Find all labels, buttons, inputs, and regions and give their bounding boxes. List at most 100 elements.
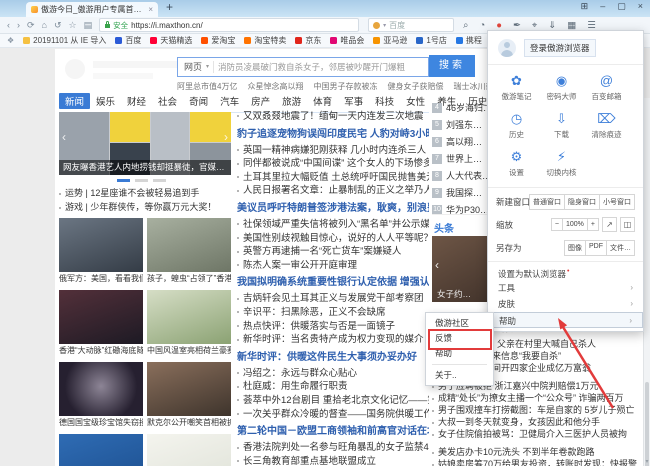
- menu-row[interactable]: 皮肤 ›: [488, 296, 643, 312]
- nav-button-icon[interactable]: ⟳: [27, 20, 35, 31]
- nav-button-icon[interactable]: ↺: [54, 20, 62, 31]
- bookmark-item[interactable]: 亚马逊: [373, 35, 407, 46]
- window-control-button[interactable]: ▢: [617, 1, 626, 12]
- toolbar-icon[interactable]: ▦: [567, 20, 576, 31]
- headline[interactable]: 香港法院判处一名参与旺角暴乱的女子监禁46个月: [237, 441, 429, 455]
- browser-tab[interactable]: 傲游今日_傲游用户专属首… ×: [26, 2, 158, 17]
- thumbnail-image[interactable]: [147, 290, 231, 344]
- ranking-text[interactable]: 高以翔…: [446, 135, 482, 148]
- headline[interactable]: 又双叒叕地震了！缅甸一天内连发三次地震: [237, 110, 429, 124]
- category-tab[interactable]: 军事: [338, 93, 369, 109]
- fullscreen-icon[interactable]: ↗: [602, 217, 617, 232]
- category-caret-icon[interactable]: ▾: [206, 63, 209, 70]
- category-tab[interactable]: 旅游: [276, 93, 307, 109]
- search-input[interactable]: 网页 ▾ 消防员凌晨破门救自杀女子，邻居被吵醒开门爆粗: [177, 57, 429, 77]
- headline[interactable]: 辛识平：扫黑除恶，正义不会缺席: [237, 306, 429, 320]
- hot-link[interactable]: 健身女子获赔偿: [387, 81, 443, 92]
- hot-link[interactable]: 众星悼念高以翔: [247, 81, 303, 92]
- shortcut-icon[interactable]: @: [584, 73, 629, 89]
- login-link[interactable]: 登录傲游浏览器: [524, 39, 596, 57]
- thumbnail-caption[interactable]: 默克尔公开嘲笑首相被抓拍…: [147, 418, 231, 428]
- search-query-text[interactable]: 消防员凌晨破门救自杀女子，邻居被吵醒开门爆粗: [218, 61, 422, 73]
- headline[interactable]: 杜庭威：用生命履行职责: [237, 380, 429, 394]
- headline[interactable]: 陈杰人案一审公开开庭审理: [237, 259, 429, 273]
- thumbnail-item[interactable]: 中国风温室亮相荷兰豪赛电…: [147, 290, 231, 356]
- shortcut-item[interactable]: @ 百变邮箱: [584, 73, 629, 102]
- shortcut-icon[interactable]: ◷: [494, 111, 539, 127]
- thumbnail-image[interactable]: [147, 218, 231, 272]
- news-item[interactable]: 大叔一到冬天就变身，女孩因此和他分手: [432, 416, 643, 428]
- new-window-option-button[interactable]: 隐身窗口: [564, 194, 600, 210]
- headline[interactable]: 美议员呼吁特朗普签涉港法案，耿爽，别浪费美…: [237, 201, 429, 216]
- thumbnail-caption[interactable]: 孩子，蝗虫“占领了”香港…: [147, 274, 231, 284]
- nav-button-icon[interactable]: ▤: [84, 20, 93, 31]
- bookmark-item[interactable]: 淘宝特卖: [244, 35, 286, 46]
- favorites-panel-icon[interactable]: ❖: [7, 36, 14, 45]
- bookmark-item[interactable]: 携程: [456, 35, 482, 46]
- news-item[interactable]: 姑娘卖房筹70万给男友投资，转账时发现：快报警: [432, 458, 643, 466]
- headline[interactable]: 我国拟明确系统重要性银行认定依据 增强认定透…: [237, 275, 429, 290]
- ranking-text[interactable]: 刘强东…: [446, 118, 482, 131]
- category-tab[interactable]: 房产: [245, 93, 276, 109]
- thumbnail-image[interactable]: [147, 362, 231, 416]
- ranking-text[interactable]: 46岁海归…: [446, 101, 492, 114]
- thumbnail-caption[interactable]: 中国风温室亮相荷兰豪赛电…: [147, 346, 231, 356]
- headline[interactable]: 一次关乎群众冷暖的督查——国务院供暖工作督查侧记: [237, 408, 429, 422]
- shortcut-icon[interactable]: ⚙: [494, 149, 539, 165]
- toolbar-icon[interactable]: ●: [496, 20, 502, 31]
- headline[interactable]: 英国一精神病嫌犯刚获释 几小时内连杀三人: [237, 144, 429, 158]
- bookmark-item[interactable]: 天猫精选: [150, 35, 192, 46]
- search-button[interactable]: 搜索: [429, 55, 475, 77]
- bookmark-item[interactable]: 唯品会: [330, 35, 364, 46]
- left-link[interactable]: 游戏 | 少年群侠传，等你赢万元大奖！: [59, 200, 231, 214]
- thumbnail-item[interactable]: 俄军方：美国，看看我们的…: [59, 218, 143, 284]
- toolbar-icon[interactable]: ✒: [513, 20, 521, 31]
- scrollbar-thumb[interactable]: [645, 382, 649, 466]
- shortcut-icon[interactable]: ◉: [539, 73, 584, 89]
- shortcut-icon[interactable]: ⌦: [584, 111, 629, 127]
- photo-prev-icon[interactable]: ‹: [435, 258, 439, 272]
- new-window-option-button[interactable]: 普通窗口: [529, 194, 565, 210]
- thumbnail-image[interactable]: [147, 434, 231, 466]
- address-bar[interactable]: 安全 https://i.maxthon.cn/: [99, 18, 359, 32]
- new-window-option-button[interactable]: 小号窗口: [599, 194, 635, 210]
- carousel-caption[interactable]: 网友曝香港艺人内地捞钱却挺暴徒，官媒…: [59, 160, 231, 175]
- headline[interactable]: 冯绍之：永远与群众心贴心: [237, 367, 429, 381]
- menu-row[interactable]: 帮助 ›: [488, 312, 643, 328]
- save-as-option-button[interactable]: PDF: [585, 240, 607, 256]
- thumbnail-item[interactable]: 香港“大动脉”红磡海底隧…: [59, 290, 143, 356]
- hot-link[interactable]: 阿里总市值4万亿: [177, 81, 237, 92]
- nav-button-icon[interactable]: ⌂: [42, 20, 47, 31]
- left-link[interactable]: 运势 | 12星座谁不会被轻易追到手: [59, 186, 231, 200]
- shortcut-icon[interactable]: ⇩: [539, 111, 584, 127]
- category-tab[interactable]: 娱乐: [90, 93, 121, 109]
- category-tab[interactable]: 女性: [400, 93, 431, 109]
- category-tab[interactable]: 社会: [152, 93, 183, 109]
- thumbnail-caption[interactable]: 德国国宝级珍宝馆失窃损失…: [59, 418, 143, 428]
- quick-search-placeholder[interactable]: 百度: [389, 20, 405, 31]
- bookmark-item[interactable]: 京东: [295, 35, 321, 46]
- headline[interactable]: 热点快评：供暖落实与否是一面镜子: [237, 320, 429, 334]
- thumbnail-caption[interactable]: 香港“大动脉”红磡海底隧…: [59, 346, 143, 356]
- headline[interactable]: 英警方再逮捕一名“死亡货车”案嫌疑人: [237, 245, 429, 259]
- submenu-item-about[interactable]: 关于..: [426, 368, 493, 383]
- headline[interactable]: 土耳其里拉大幅贬值 土总统呼吁国民抛售美元: [237, 171, 429, 185]
- headline[interactable]: 吉炳轩会见土耳其正义与发展党干部考察团: [237, 292, 429, 306]
- toolbar-icon[interactable]: ⇓: [548, 20, 556, 31]
- headline[interactable]: 人民日报署名文章：止暴制乱的正义之举乃人心所向: [237, 184, 429, 198]
- carousel-next-icon[interactable]: ›: [224, 130, 228, 144]
- headline[interactable]: 美国性别歧视触目惊心，说好的人人平等呢？: [237, 232, 429, 246]
- quick-search-box[interactable]: ▾ 百度: [368, 18, 454, 32]
- thumbnail-item[interactable]: 默克尔公开嘲笑首相被抓拍…: [147, 362, 231, 428]
- ranking-text[interactable]: 人大代表…: [446, 169, 491, 182]
- new-tab-button[interactable]: +: [166, 0, 173, 14]
- hot-link[interactable]: 中国男子存款被冻: [313, 81, 377, 92]
- bookmark-item[interactable]: 百度: [115, 35, 141, 46]
- nav-button-icon[interactable]: ‹: [7, 20, 10, 31]
- headline[interactable]: 荟萃中外12台剧目 重拾老北京文化记忆——第三届老舍戏…: [237, 394, 429, 408]
- shortcut-item[interactable]: ⇩ 下载: [539, 111, 584, 140]
- thumbnail-image[interactable]: [59, 362, 143, 416]
- nav-button-icon[interactable]: ☆: [69, 20, 77, 31]
- bookmark-item[interactable]: 1号店: [416, 35, 446, 46]
- toolbar-icon[interactable]: ☰: [587, 20, 596, 31]
